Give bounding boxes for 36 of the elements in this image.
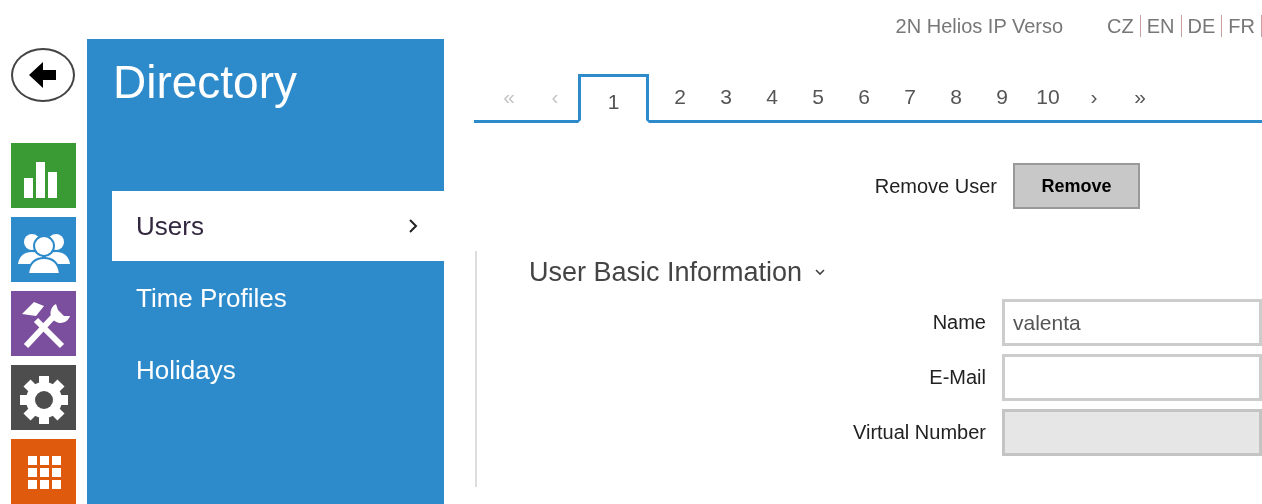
sidebar-title: Directory [113,55,298,110]
page-tab[interactable]: 8 [933,74,979,120]
page-tab[interactable]: 4 [749,74,795,120]
remove-button[interactable]: Remove [1013,163,1140,209]
product-name: 2N Helios IP Verso [895,14,1064,38]
chevron-right-icon [408,218,418,234]
sidebar-item[interactable]: Time Profiles [112,263,444,333]
nav-tile[interactable] [11,439,76,504]
language-link[interactable]: CZ [1107,14,1140,38]
section-title[interactable]: User Basic Information [529,256,803,288]
page-tab[interactable]: 5 [795,74,841,120]
page-tab[interactable]: 10 [1025,74,1071,120]
nav-tile[interactable] [11,291,76,356]
sidebar-item[interactable]: Users [112,191,444,261]
page-tab[interactable]: » [1117,74,1163,120]
page-tab[interactable]: 7 [887,74,933,120]
language-link[interactable]: EN [1140,14,1181,38]
language-link[interactable]: DE [1181,14,1222,38]
field-label: Name [931,311,986,334]
nav-tile[interactable] [11,217,76,282]
language-link[interactable]: FR [1222,14,1261,38]
page-tab[interactable]: 6 [841,74,887,120]
input-field[interactable]: valenta [1002,299,1262,346]
page-tab[interactable]: 3 [703,74,749,120]
field-label: E-Mail [928,366,986,389]
back-button[interactable] [11,48,75,102]
field-label: Virtual Number [851,421,986,444]
nav-tile[interactable] [11,365,76,430]
nav-tile[interactable] [11,143,76,208]
page-tab[interactable]: 1 [578,74,649,123]
field-label: Remove User [873,174,997,198]
page-tab[interactable]: 9 [979,74,1025,120]
page-tab[interactable]: › [1071,74,1117,120]
input-field[interactable] [1002,354,1262,401]
page-tab[interactable]: 2 [657,74,703,120]
sidebar-item[interactable]: Holidays [112,335,444,405]
